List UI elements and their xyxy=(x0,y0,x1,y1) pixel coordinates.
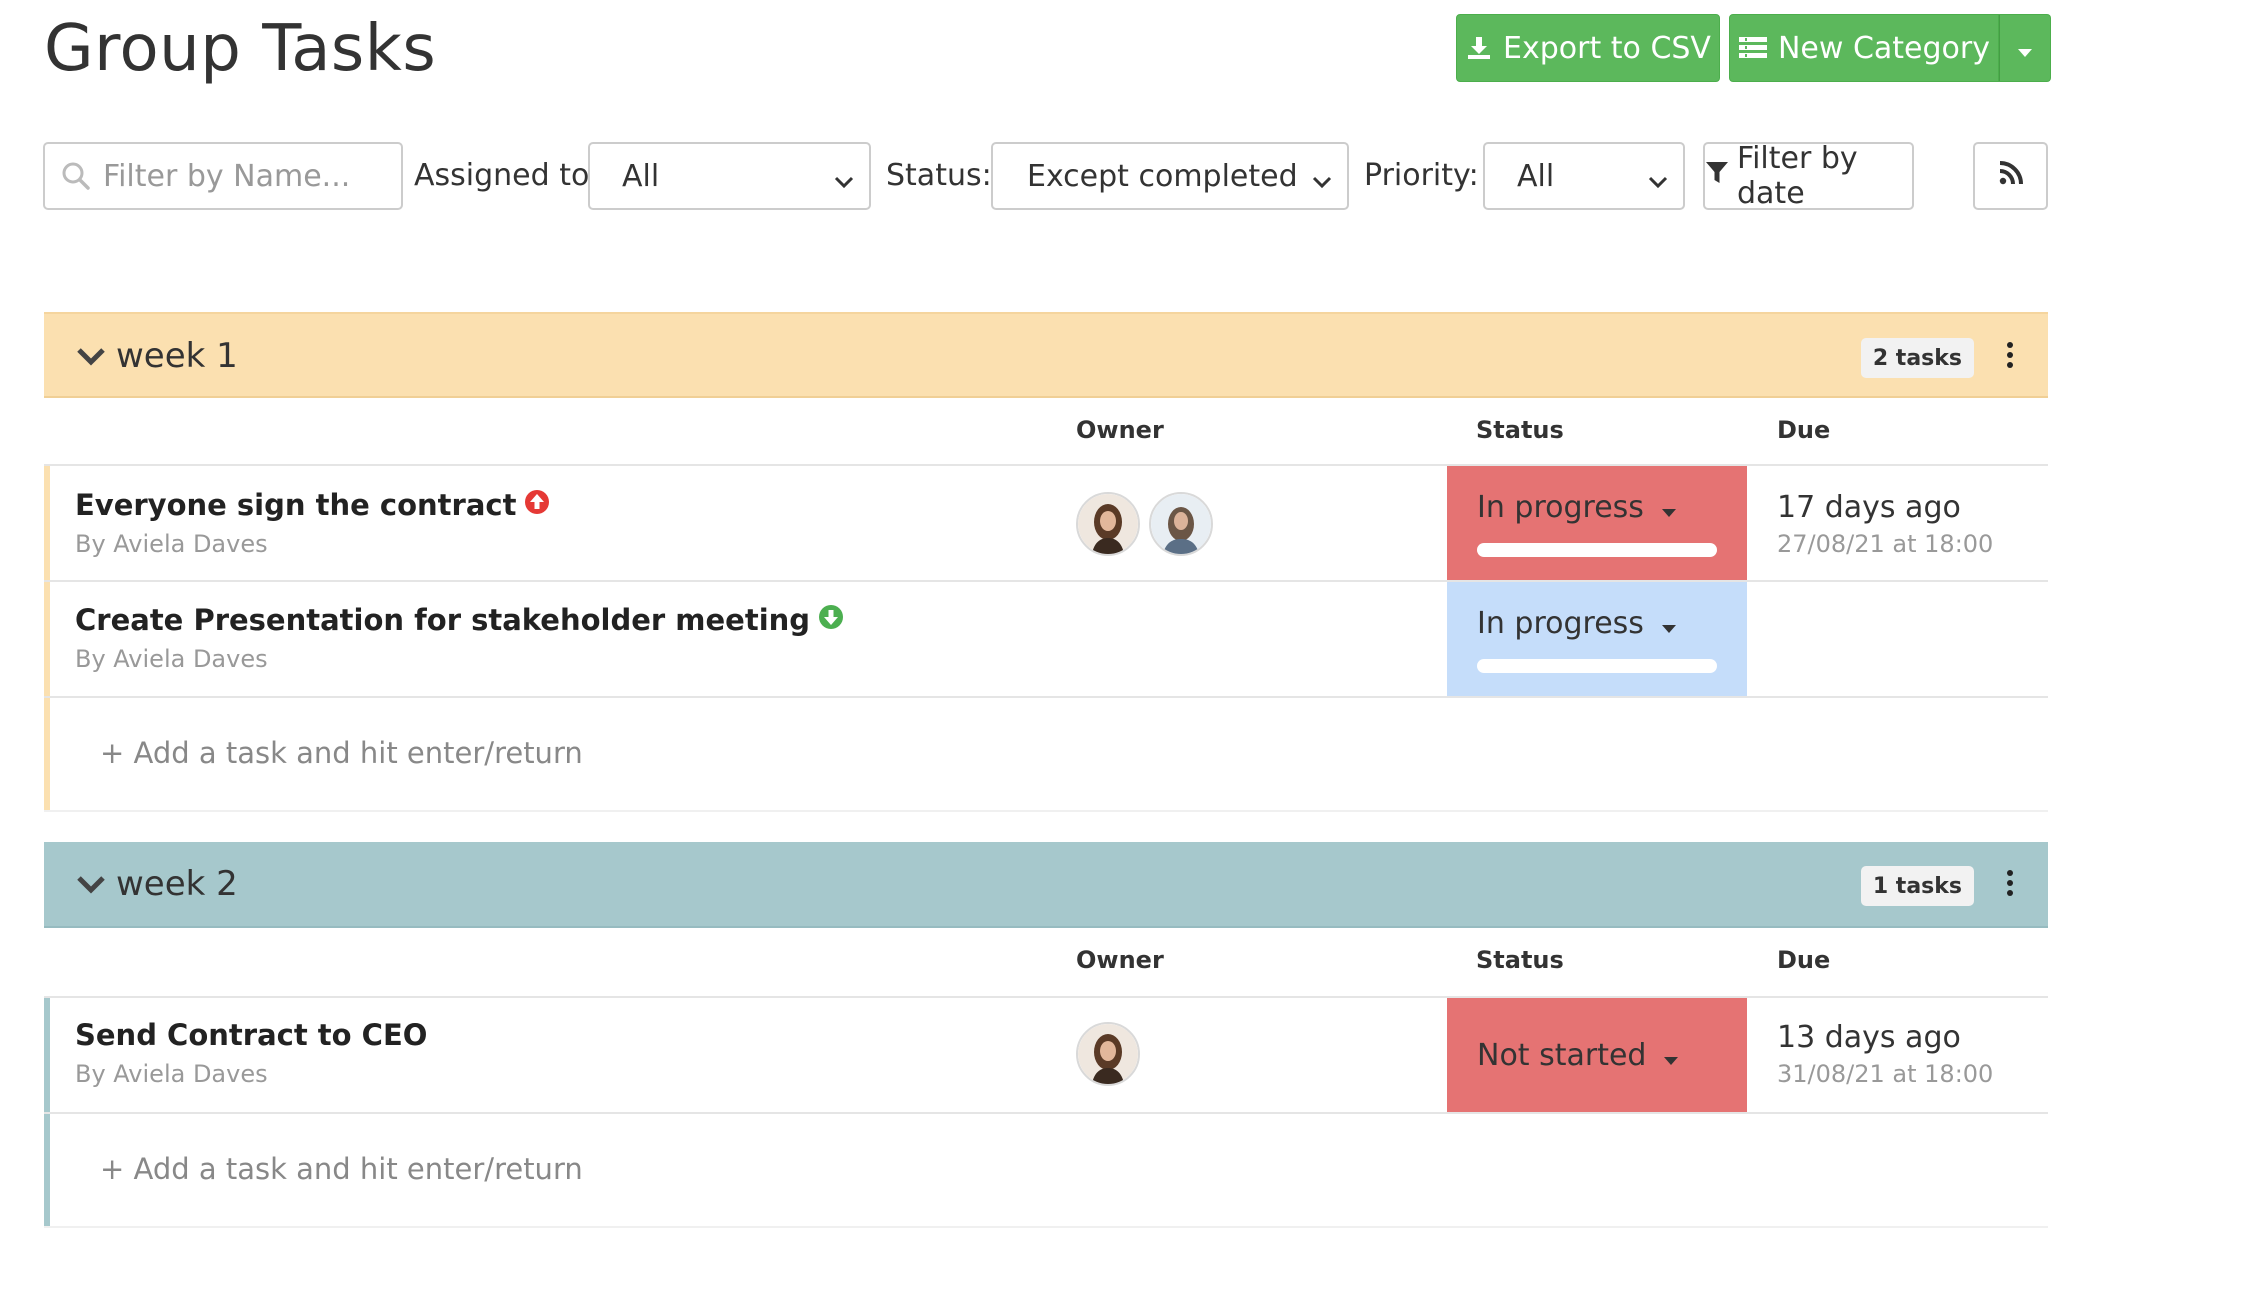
priority-up-icon xyxy=(524,488,550,522)
task-title[interactable]: Send Contract to CEO xyxy=(75,1018,427,1052)
task-title[interactable]: Everyone sign the contract xyxy=(75,488,550,522)
priority-filter-label: Priority: xyxy=(1364,158,1479,193)
task-title-text[interactable]: Create Presentation for stakeholder meet… xyxy=(75,603,810,637)
column-header-status: Status xyxy=(1476,416,1564,444)
progress-bar xyxy=(1477,542,1717,557)
task-count-badge: 1 tasks xyxy=(1860,866,1974,906)
new-category-button[interactable]: New Category xyxy=(1729,14,1999,82)
column-header-owner: Owner xyxy=(1076,416,1164,444)
name-filter-input[interactable]: Filter by Name... xyxy=(43,142,403,210)
priority-down-icon xyxy=(818,603,844,637)
status-dropdown[interactable]: Not started xyxy=(1447,998,1747,1112)
filter-by-date-label: Filter by date xyxy=(1737,141,1858,211)
task-count-badge: 2 tasks xyxy=(1860,338,1974,378)
avatar[interactable] xyxy=(1149,492,1213,556)
search-icon xyxy=(61,161,91,191)
assigned-to-label: Assigned to: xyxy=(414,158,600,193)
add-task-input[interactable]: + Add a task and hit enter/return xyxy=(100,736,583,770)
assigned-to-select[interactable]: All xyxy=(588,142,871,210)
kebab-menu-icon[interactable] xyxy=(2006,870,2014,900)
download-icon xyxy=(1465,34,1493,62)
avatar[interactable] xyxy=(1076,1022,1140,1086)
divider xyxy=(44,464,2048,466)
category-header-week-2[interactable]: week 2 1 tasks xyxy=(44,842,2048,928)
caret-down-icon xyxy=(1661,490,1676,525)
status-value[interactable]: Not started xyxy=(1477,1038,1646,1073)
category-name[interactable]: week 2 xyxy=(116,864,238,904)
avatar[interactable] xyxy=(1076,492,1140,556)
export-csv-button[interactable]: Export to CSV xyxy=(1456,14,1720,82)
category-name[interactable]: week 1 xyxy=(116,336,238,376)
status-value[interactable]: In progress xyxy=(1477,490,1644,525)
due-relative: 13 days ago xyxy=(1777,1020,1961,1055)
status-dropdown[interactable]: In progress xyxy=(1447,582,1747,696)
rss-feed-button[interactable] xyxy=(1973,142,2048,210)
chevron-down-icon xyxy=(1647,166,1669,201)
divider xyxy=(44,1226,2048,1228)
task-title-text[interactable]: Everyone sign the contract xyxy=(75,488,516,522)
column-header-status: Status xyxy=(1476,946,1564,974)
funnel-icon xyxy=(1705,159,1729,194)
divider xyxy=(44,1112,2048,1114)
new-category-label: New Category xyxy=(1777,30,1990,66)
divider xyxy=(44,996,2048,998)
column-header-due: Due xyxy=(1777,416,1831,444)
list-icon xyxy=(1738,35,1768,61)
chevron-down-icon xyxy=(833,166,855,201)
kebab-menu-icon[interactable] xyxy=(2006,342,2014,372)
filter-by-date-button[interactable]: Filter by date xyxy=(1703,141,1914,211)
column-header-owner: Owner xyxy=(1076,946,1164,974)
chevron-down-icon xyxy=(1311,166,1333,201)
priority-filter-value: All xyxy=(1517,158,1555,194)
task-author: By Aviela Daves xyxy=(75,530,268,558)
name-filter-placeholder: Filter by Name... xyxy=(103,158,351,194)
filter-bar: Filter by Name... Assigned to: All Statu… xyxy=(0,141,2248,211)
task-author: By Aviela Daves xyxy=(75,645,268,673)
divider xyxy=(44,580,2048,582)
add-task-input[interactable]: + Add a task and hit enter/return xyxy=(100,1152,583,1186)
status-filter-select[interactable]: Except completed xyxy=(991,142,1349,210)
task-title[interactable]: Create Presentation for stakeholder meet… xyxy=(75,603,844,637)
status-value[interactable]: In progress xyxy=(1477,606,1644,641)
status-filter-label: Status: xyxy=(886,158,992,193)
divider xyxy=(44,810,2048,812)
due-date: 31/08/21 at 18:00 xyxy=(1777,1060,1994,1088)
divider xyxy=(44,696,2048,698)
due-relative: 17 days ago xyxy=(1777,490,1961,525)
category-accent-bar xyxy=(44,466,50,810)
task-title-text[interactable]: Send Contract to CEO xyxy=(75,1018,427,1052)
chevron-down-icon[interactable] xyxy=(76,874,106,900)
task-author: By Aviela Daves xyxy=(75,1060,268,1088)
new-category-dropdown-toggle[interactable] xyxy=(1999,14,2051,82)
progress-bar xyxy=(1477,658,1717,673)
category-header-week-1[interactable]: week 1 2 tasks xyxy=(44,312,2048,398)
caret-down-icon xyxy=(2017,31,2033,66)
caret-down-icon xyxy=(1661,606,1676,641)
priority-filter-select[interactable]: All xyxy=(1483,142,1685,210)
export-csv-label: Export to CSV xyxy=(1503,30,1711,66)
due-date: 27/08/21 at 18:00 xyxy=(1777,530,1994,558)
rss-icon xyxy=(1998,159,2024,194)
caret-down-icon xyxy=(1664,1038,1679,1073)
status-filter-value: Except completed xyxy=(1027,158,1298,194)
page-title: Group Tasks xyxy=(44,12,437,86)
chevron-down-icon[interactable] xyxy=(76,346,106,372)
status-dropdown[interactable]: In progress xyxy=(1447,466,1747,580)
assigned-to-value: All xyxy=(622,158,660,194)
column-header-due: Due xyxy=(1777,946,1831,974)
